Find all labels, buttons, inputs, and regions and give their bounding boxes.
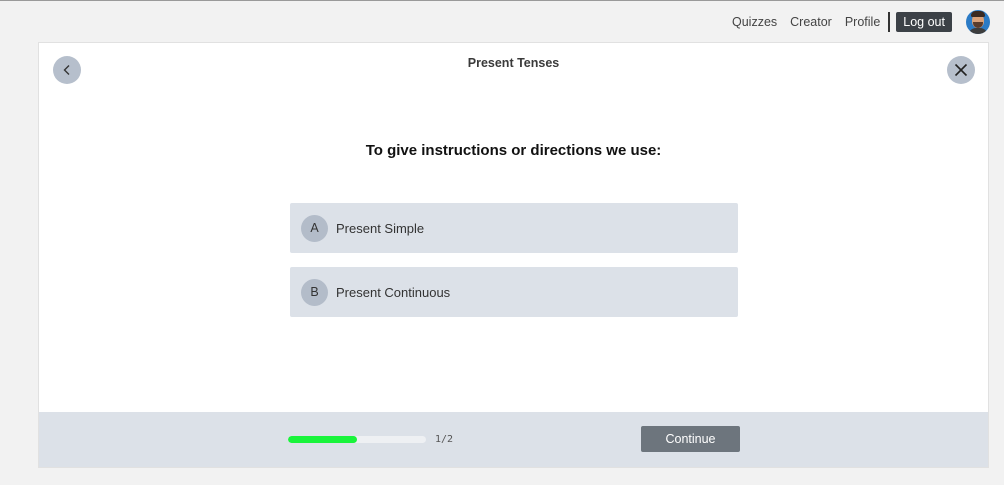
option-a[interactable]: A Present Simple [290,203,738,253]
logout-button[interactable]: Log out [896,12,952,32]
option-label: Present Continuous [336,284,451,300]
quiz-footer: 1/2 Continue [39,412,988,467]
option-label: Present Simple [336,220,425,236]
top-border [0,0,1004,1]
quiz-card: Present Tenses To give instructions or d… [38,42,989,468]
option-letter-badge: B [301,278,328,306]
close-icon [954,63,968,77]
avatar[interactable] [966,10,990,34]
nav-link-profile[interactable]: Profile [845,15,880,29]
option-b[interactable]: B Present Continuous [290,267,738,317]
question-text: To give instructions or directions we us… [365,142,662,159]
nav-link-creator[interactable]: Creator [790,15,832,29]
progress-bar [288,436,426,443]
option-letter-badge: A [301,214,328,242]
top-navigation: Quizzes Creator Profile Log out [732,9,990,35]
avatar-hair [971,11,985,17]
close-button[interactable] [947,56,975,84]
nav-link-quizzes[interactable]: Quizzes [732,15,777,29]
progress-bar-fill [288,436,357,443]
avatar-body [968,28,988,34]
progress-counter: 1/2 [435,434,454,445]
quiz-title: Present Tenses [467,56,560,70]
nav-divider [888,12,891,32]
continue-button[interactable]: Continue [641,426,740,452]
answer-options: A Present Simple B Present Continuous [290,203,738,331]
avatar-beard [973,22,983,28]
